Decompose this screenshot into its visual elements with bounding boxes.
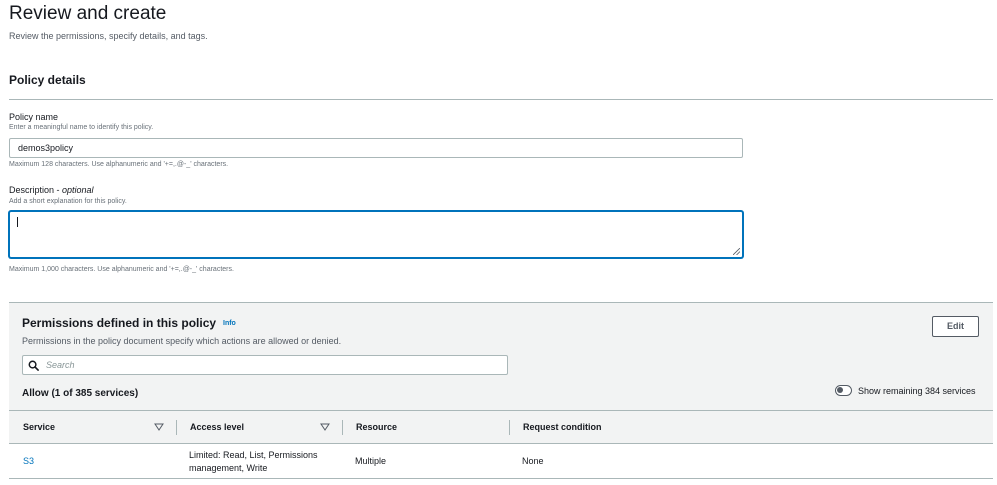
section-divider <box>9 99 993 100</box>
permissions-title: Permissions defined in this policy <box>22 316 217 330</box>
search-icon <box>28 360 39 371</box>
description-label: Description - optional <box>9 185 94 195</box>
policy-name-constraint: Maximum 128 characters. Use alphanumeric… <box>9 161 229 168</box>
table-row: S3 Limited: Read, List, Permissions mana… <box>9 444 993 479</box>
info-link[interactable]: Info <box>223 320 236 327</box>
access-level-line1: Limited: Read, List, Permissions <box>189 450 318 460</box>
sort-service-icon[interactable] <box>154 422 164 432</box>
policy-details-title: Policy details <box>9 73 86 87</box>
page-title: Review and create <box>9 3 167 24</box>
column-header-request-condition: Request condition <box>523 422 602 432</box>
description-constraint: Maximum 1,000 characters. Use alphanumer… <box>9 266 234 273</box>
access-level-line2: management, Write <box>189 463 268 473</box>
search-input[interactable]: Search <box>22 355 508 375</box>
permissions-panel: Permissions defined in this policy Info … <box>9 302 993 410</box>
description-label-text: Description - <box>9 185 63 195</box>
policy-name-hint: Enter a meaningful name to identify this… <box>9 124 154 131</box>
column-separator <box>509 420 510 435</box>
resource-value: Multiple <box>355 456 387 466</box>
toggle-knob <box>837 387 843 393</box>
show-remaining-toggle[interactable] <box>835 385 852 396</box>
description-optional-text: optional <box>62 185 94 195</box>
search-placeholder: Search <box>46 360 75 370</box>
table-header: Service Access level Resource Request co… <box>9 410 993 444</box>
show-remaining-label: Show remaining 384 services <box>858 386 976 396</box>
allow-services-title: Allow (1 of 385 services) <box>22 388 139 399</box>
column-separator <box>176 420 177 435</box>
permissions-description: Permissions in the policy document speci… <box>22 336 342 346</box>
column-header-service[interactable]: Service <box>23 411 55 443</box>
column-header-access-level[interactable]: Access level <box>190 411 244 443</box>
edit-button[interactable]: Edit <box>932 316 979 337</box>
resize-grip-icon[interactable] <box>733 248 740 255</box>
description-hint: Add a short explanation for this policy. <box>9 198 127 205</box>
text-caret <box>17 217 18 227</box>
service-link-s3[interactable]: S3 <box>23 456 34 466</box>
description-textarea[interactable] <box>9 211 743 258</box>
page-subtitle: Review the permissions, specify details,… <box>9 31 208 41</box>
column-header-resource: Resource <box>356 422 398 432</box>
column-separator <box>342 420 343 435</box>
sort-access-level-icon[interactable] <box>320 422 330 432</box>
request-condition-value: None <box>522 456 544 466</box>
policy-name-label: Policy name <box>9 112 59 122</box>
policy-name-input[interactable]: demos3policy <box>9 138 743 158</box>
